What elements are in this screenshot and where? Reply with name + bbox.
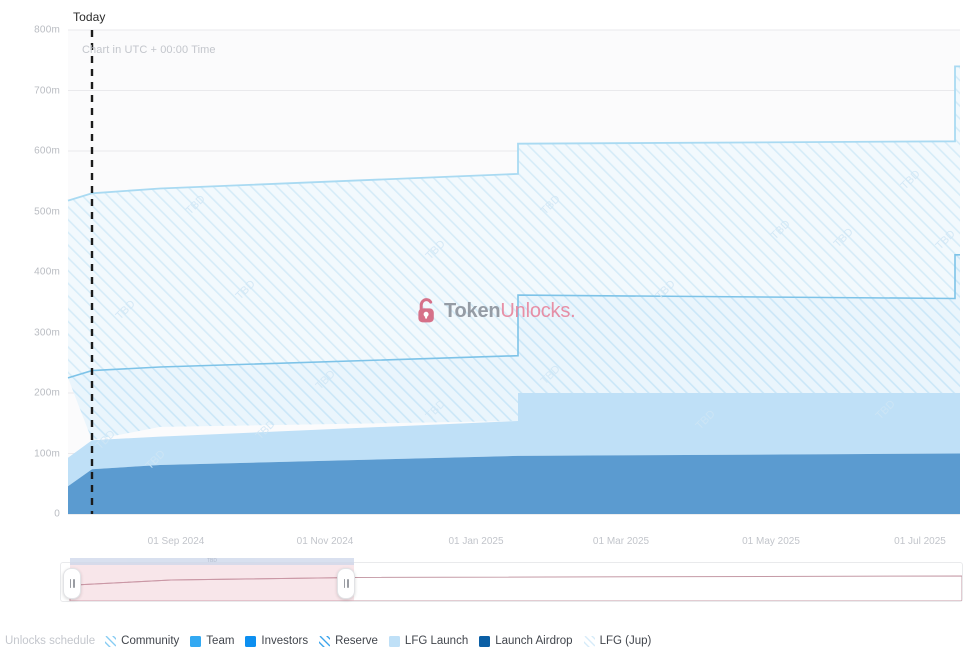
range-end-handle[interactable]: [337, 568, 355, 599]
x-tick-may-2025: 01 May 2025: [742, 536, 800, 547]
legend-label: Community: [121, 635, 180, 647]
legend-label: Launch Airdrop: [495, 635, 573, 647]
grip-bar: [347, 579, 349, 588]
legend-item-investors[interactable]: Investors: [245, 635, 308, 647]
x-tick-jul-2025: 01 Jul 2025: [894, 536, 946, 547]
y-tick-600m: 600m: [34, 145, 60, 157]
legend-item-team[interactable]: Team: [190, 635, 234, 647]
brush-selection-label: TBD: [207, 558, 217, 564]
community-swatch-icon: [105, 635, 117, 647]
legend-item-launch-airdrop[interactable]: Launch Airdrop: [479, 635, 573, 647]
x-tick-nov-2024: 01 Nov 2024: [296, 536, 354, 547]
y-axis: 800m 700m 600m 500m 400m 300m 200m 100m …: [0, 0, 60, 556]
launch-airdrop-swatch-icon: [479, 635, 491, 647]
reserve-swatch-icon: [319, 635, 331, 647]
unlocks-chart[interactable]: TBD TBD TBD TBD TBD TBD TBD TBD TBD TBD …: [0, 0, 975, 556]
legend-item-lfg-launch[interactable]: LFG Launch: [388, 635, 469, 647]
chart-legend: Unlocks schedule Community Team Investor…: [0, 630, 975, 652]
utc-timezone-note: Chart in UTC + 00:00 Time: [82, 44, 216, 56]
legend-label: LFG Launch: [404, 635, 469, 647]
legend-item-community[interactable]: Community: [105, 635, 179, 647]
chart-svg: TBD TBD TBD TBD TBD TBD TBD TBD TBD TBD …: [67, 29, 960, 515]
brush-selection[interactable]: [70, 563, 354, 601]
legend-item-lfg-jup[interactable]: LFG (Jup): [583, 635, 652, 647]
x-tick-jan-2025: 01 Jan 2025: [448, 536, 504, 547]
y-tick-0: 0: [54, 508, 60, 520]
today-label: Today: [73, 10, 106, 24]
lfg-jup-swatch-icon: [583, 635, 595, 647]
team-swatch-icon: [190, 635, 202, 647]
y-tick-800m: 800m: [34, 24, 60, 36]
y-tick-400m: 400m: [34, 266, 60, 278]
investors-swatch-icon: [245, 635, 257, 647]
range-slider[interactable]: TBD: [60, 558, 963, 602]
y-tick-500m: 500m: [34, 206, 60, 217]
lfg-launch-swatch-icon: [388, 635, 400, 647]
x-tick-sep-2024: 01 Sep 2024: [147, 536, 205, 547]
brush-selection-bar: TBD: [70, 558, 354, 565]
grip-bar: [343, 579, 345, 588]
legend-item-reserve[interactable]: Reserve: [319, 635, 378, 647]
y-tick-300m: 300m: [34, 327, 60, 338]
y-tick-100m: 100m: [34, 448, 60, 459]
legend-title: Unlocks schedule: [5, 635, 96, 647]
grip-bar: [69, 579, 71, 588]
x-tick-mar-2025: 01 Mar 2025: [592, 536, 650, 547]
y-tick-700m: 700m: [34, 85, 60, 96]
range-start-handle[interactable]: [63, 568, 81, 599]
grip-bar: [73, 579, 75, 588]
legend-label: LFG (Jup): [599, 635, 652, 647]
legend-label: Investors: [261, 635, 309, 647]
legend-label: Reserve: [335, 635, 378, 647]
y-tick-200m: 200m: [34, 387, 60, 399]
legend-label: Team: [206, 635, 235, 647]
token-unlocks-chart-page: TBD TBD TBD TBD TBD TBD TBD TBD TBD TBD …: [0, 0, 975, 659]
